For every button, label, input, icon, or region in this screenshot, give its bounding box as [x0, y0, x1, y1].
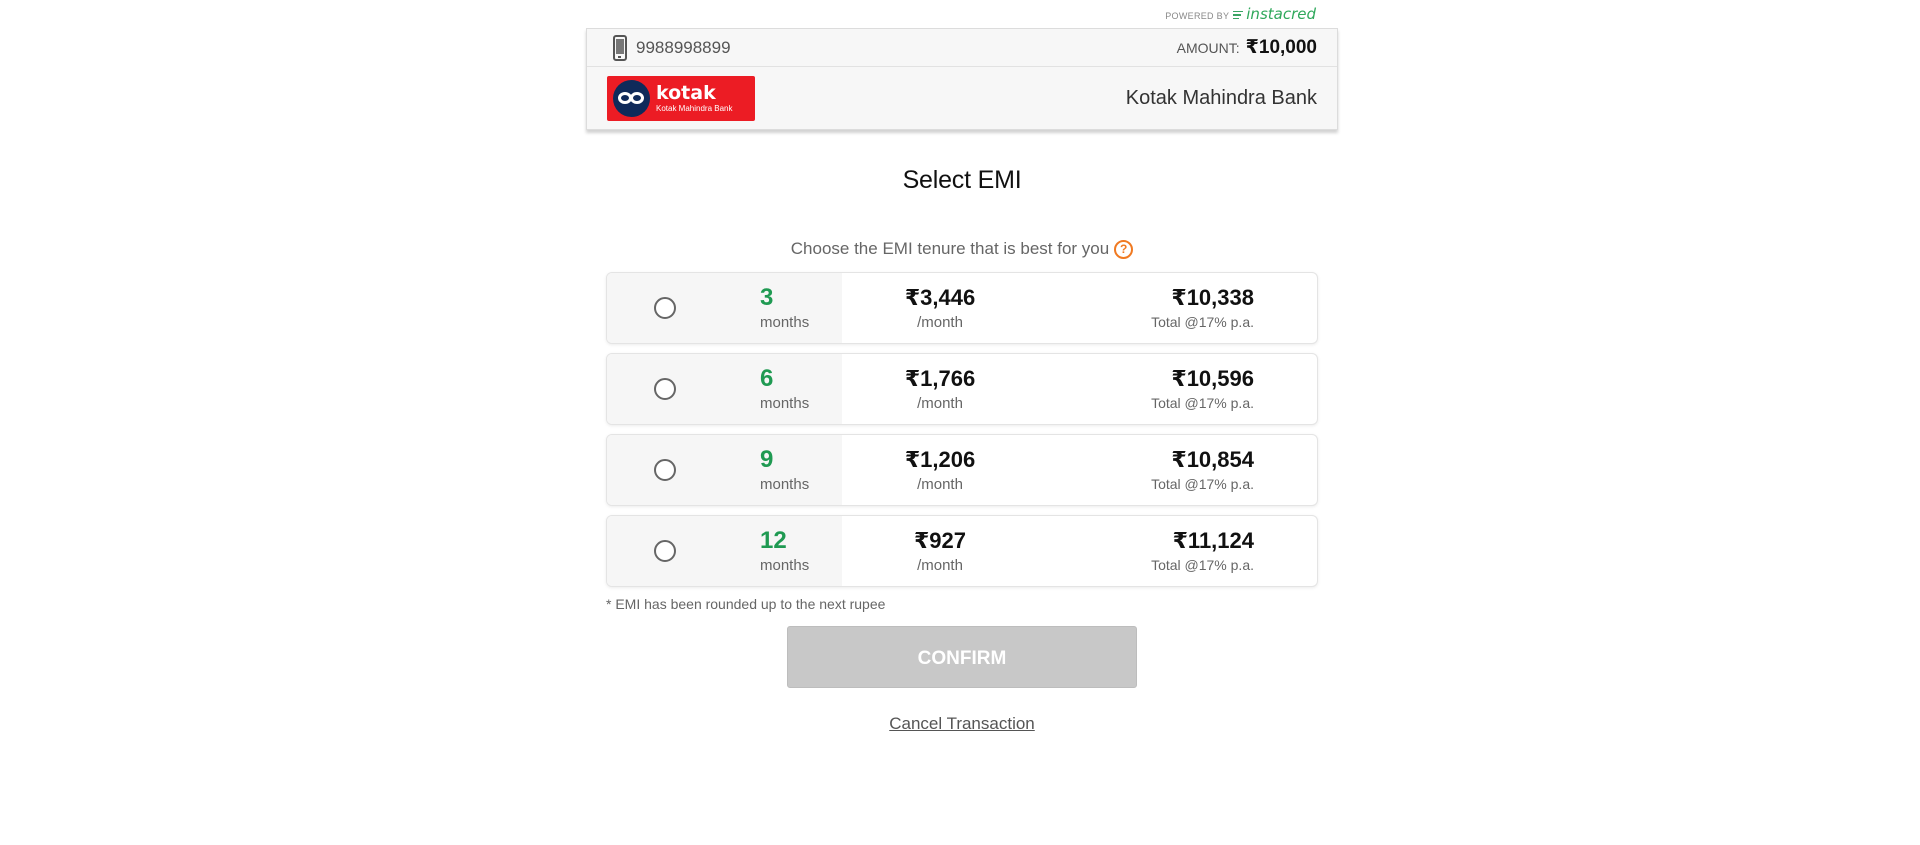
emi-amount: ₹927	[913, 527, 966, 553]
confirm-button[interactable]: CONFIRM	[787, 626, 1137, 688]
emi-total: ₹11,124	[1172, 528, 1254, 553]
page-subtitle: Choose the EMI tenure that is best for y…	[586, 239, 1338, 259]
mobile-phone-icon	[613, 34, 627, 61]
help-question-icon[interactable]: ?	[1114, 239, 1134, 259]
instacred-lines-icon	[1233, 9, 1244, 22]
tenure-months: 6	[760, 365, 774, 392]
emi-per-month: /month	[917, 475, 963, 493]
kotak-logo-subtext: Kotak Mahindra Bank	[656, 103, 733, 113]
amount-label: AMOUNT:	[1176, 40, 1240, 56]
kotak-infinity-icon	[613, 79, 650, 117]
bank-name: Kotak Mahindra Bank	[1125, 86, 1317, 109]
emi-container: POWERED BY instacred 9988998899 AMOUNT: …	[586, 0, 1338, 734]
cancel-transaction-link[interactable]: Cancel Transaction	[586, 714, 1338, 734]
tenure-unit: months	[760, 557, 810, 574]
phone-info: 9988998899	[613, 34, 731, 61]
emi-radio-button[interactable]	[654, 378, 676, 400]
emi-radio-button[interactable]	[654, 297, 676, 319]
emi-radio-button[interactable]	[654, 459, 676, 481]
instacred-logo: instacred	[1246, 5, 1316, 23]
kotak-logo: kotak Kotak Mahindra Bank	[607, 75, 755, 121]
powered-by: POWERED BY instacred	[586, 0, 1338, 28]
tenure-months: 12	[760, 527, 787, 554]
emi-radio-button[interactable]	[654, 540, 676, 562]
emi-option-3-months[interactable]: 3 months ₹3,446 /month ₹10,338 Total @17…	[606, 272, 1318, 344]
tenure-unit: months	[760, 314, 810, 331]
powered-by-label: POWERED BY	[1165, 10, 1230, 21]
emi-total-note: Total @17% p.a.	[1151, 557, 1254, 573]
emi-amount: ₹1,766	[904, 365, 976, 391]
emi-options-list: 3 months ₹3,446 /month ₹10,338 Total @17…	[606, 272, 1318, 587]
emi-option-6-months[interactable]: 6 months ₹1,766 /month ₹10,596 Total @17…	[606, 353, 1318, 425]
tenure-unit: months	[760, 476, 810, 493]
tenure-unit: months	[760, 395, 810, 412]
amount-value: ₹10,000	[1245, 37, 1317, 58]
emi-per-month: /month	[917, 556, 963, 574]
kotak-logo-wordmark: kotak	[656, 81, 716, 104]
emi-total: ₹10,338	[1171, 285, 1254, 310]
emi-amount: ₹3,446	[904, 284, 976, 310]
emi-total-note: Total @17% p.a.	[1151, 395, 1254, 411]
emi-option-12-months[interactable]: 12 months ₹927 /month ₹11,124 Total @17%…	[606, 515, 1318, 587]
emi-amount: ₹1,206	[904, 446, 976, 472]
emi-total: ₹10,596	[1171, 366, 1254, 391]
emi-per-month: /month	[917, 394, 963, 412]
subtitle-text: Choose the EMI tenure that is best for y…	[790, 239, 1110, 258]
tenure-months: 9	[760, 446, 774, 473]
transaction-header: 9988998899 AMOUNT: ₹10,000 kotak Kotak M…	[586, 28, 1338, 130]
emi-option-9-months[interactable]: 9 months ₹1,206 /month ₹10,854 Total @17…	[606, 434, 1318, 506]
emi-total: ₹10,854	[1171, 447, 1254, 472]
tenure-months: 3	[760, 284, 774, 311]
phone-number: 9988998899	[636, 37, 731, 57]
page-title: Select EMI	[902, 166, 1022, 194]
rounding-note: * EMI has been rounded up to the next ru…	[606, 596, 886, 612]
amount-info: AMOUNT: ₹10,000	[1177, 36, 1317, 59]
emi-total-note: Total @17% p.a.	[1151, 314, 1254, 330]
emi-total-note: Total @17% p.a.	[1151, 476, 1254, 492]
emi-per-month: /month	[917, 313, 963, 331]
